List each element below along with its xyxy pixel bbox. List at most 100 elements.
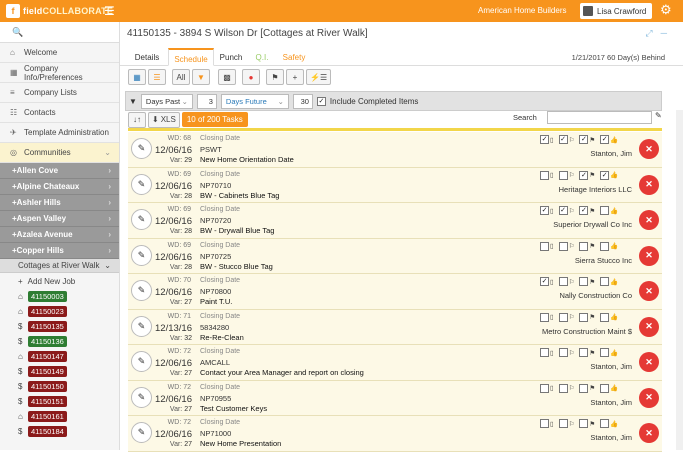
status-checkbox[interactable]: ✓ bbox=[540, 206, 549, 215]
vendor-name[interactable]: Superior Drywall Co Inc bbox=[553, 220, 632, 229]
status-checkbox[interactable]: ✓ bbox=[579, 135, 589, 144]
status-checkbox[interactable] bbox=[600, 241, 610, 251]
community-item[interactable]: + Allen Cove › bbox=[0, 163, 119, 179]
status-checkbox[interactable] bbox=[558, 383, 568, 393]
sidebar-item-communities[interactable]: ◎ Communities ⌄ bbox=[0, 143, 119, 163]
status-checkbox[interactable]: ✓ bbox=[579, 170, 589, 180]
job-item[interactable]: ⌂ 41150147 bbox=[0, 349, 119, 364]
selected-community[interactable]: Cottages at River Walk ⌄ bbox=[0, 259, 119, 273]
status-checkbox[interactable] bbox=[558, 419, 568, 428]
status-checkbox[interactable] bbox=[558, 348, 568, 357]
table-row[interactable]: ✎ WD: 70 12/06/16 Var: 27 Closing Date NP7080… bbox=[128, 274, 662, 310]
table-row[interactable]: ✎ WD: 68 12/06/16 Var: 29 Closing Date PSWT Ne… bbox=[128, 132, 662, 168]
status-checkbox[interactable] bbox=[579, 277, 589, 286]
status-checkbox[interactable] bbox=[600, 206, 610, 215]
table-row[interactable]: ✎ WD: 72 12/06/16 Var: 27 Closing Date AMCALL… bbox=[128, 345, 662, 381]
table-row[interactable]: ✎ WD: 69 12/06/16 Var: 28 Closing Date NP7072… bbox=[128, 203, 662, 239]
status-checkbox[interactable] bbox=[540, 383, 549, 393]
status-checkbox[interactable] bbox=[540, 419, 549, 428]
hamburger-menu-icon[interactable]: ☰ bbox=[104, 5, 115, 17]
status-checkbox[interactable]: ✓ bbox=[540, 135, 549, 144]
tab-punch[interactable]: Punch bbox=[216, 48, 246, 66]
status-checkbox[interactable]: ✓ bbox=[558, 206, 568, 215]
vendor-name[interactable]: Stanton, Jim bbox=[590, 362, 632, 371]
status-checkbox[interactable] bbox=[558, 170, 568, 180]
vendor-name[interactable]: Heritage Interiors LLC bbox=[559, 185, 632, 194]
community-item[interactable]: + Azalea Avenue › bbox=[0, 227, 119, 243]
status-checkbox[interactable] bbox=[600, 383, 610, 393]
job-item[interactable]: $41150184 bbox=[0, 424, 119, 439]
export-xls-button[interactable]: ⬇ XLS bbox=[148, 111, 180, 128]
status-checkbox[interactable]: ✓ bbox=[600, 170, 610, 180]
delete-icon[interactable]: ✕ bbox=[639, 316, 659, 337]
vendor-name[interactable]: Sierra Stucco Inc bbox=[575, 256, 632, 265]
status-checkbox[interactable]: ✓ bbox=[579, 206, 589, 215]
job-item[interactable]: $41150151 bbox=[0, 394, 119, 409]
table-row[interactable]: ✎ WD: 71 12/13/16 Var: 32 Closing Date 583428… bbox=[128, 309, 662, 345]
vendor-name[interactable]: Stanton, Jim bbox=[590, 398, 632, 407]
vendor-name[interactable]: Nally Construction Co bbox=[559, 291, 632, 300]
days-future-input[interactable]: 30 bbox=[292, 93, 313, 109]
list-view-button[interactable]: ☰ bbox=[148, 69, 166, 85]
tab-safety[interactable]: Safety bbox=[278, 48, 310, 66]
delete-icon[interactable]: ✕ bbox=[639, 210, 659, 230]
community-item[interactable]: + Ashler Hills › bbox=[0, 195, 119, 211]
status-checkbox[interactable] bbox=[600, 312, 610, 322]
table-row[interactable]: ✎ WD: 72 12/06/16 Var: 27 Closing Date NP7100… bbox=[128, 416, 662, 452]
search-input[interactable] bbox=[547, 111, 652, 124]
status-checkbox[interactable] bbox=[579, 419, 589, 428]
status-checkbox[interactable]: ✓ bbox=[600, 135, 610, 144]
user-menu[interactable]: Lisa Crawford bbox=[580, 3, 652, 19]
job-item[interactable]: $41150135 bbox=[0, 319, 119, 334]
vendor-name[interactable]: Stanton, Jim bbox=[590, 433, 632, 442]
grid-button[interactable]: ▩ bbox=[218, 69, 236, 85]
job-item[interactable]: $41150149 bbox=[0, 364, 119, 379]
job-item[interactable]: ⌂ 41150161 bbox=[0, 409, 119, 424]
community-item[interactable]: + Alpine Chateaux › bbox=[0, 179, 119, 195]
sidebar-item-contacts[interactable]: ☷ Contacts bbox=[0, 103, 119, 123]
sidebar-item-company-lists[interactable]: ≡ Company Lists bbox=[0, 83, 119, 103]
delete-icon[interactable]: ✕ bbox=[639, 352, 659, 372]
status-checkbox[interactable]: ✓ bbox=[540, 277, 549, 286]
tab-details[interactable]: Details bbox=[130, 48, 164, 66]
status-checkbox[interactable]: ✓ bbox=[558, 135, 568, 144]
sidebar-item-company-info-preferences[interactable]: ▦ Company Info/Preferences bbox=[0, 63, 119, 83]
delete-icon[interactable]: ✕ bbox=[639, 174, 659, 195]
table-row[interactable]: ✎ WD: 69 12/06/16 Var: 28 Closing Date NP7072… bbox=[128, 238, 662, 274]
all-filter-button[interactable]: All bbox=[172, 69, 190, 85]
window-controls[interactable]: ⤢─ bbox=[645, 28, 675, 39]
community-item[interactable]: + Copper Hills › bbox=[0, 243, 119, 259]
sort-button[interactable]: ↓↑ bbox=[128, 111, 146, 128]
delete-icon[interactable]: ✕ bbox=[639, 139, 659, 159]
sidebar-item-template-administration[interactable]: ✈ Template Administration bbox=[0, 123, 119, 143]
include-completed-checkbox[interactable]: ✓ bbox=[316, 96, 326, 106]
clear-search-icon[interactable]: ✎ bbox=[655, 111, 662, 120]
company-name[interactable]: American Home Builders bbox=[478, 6, 566, 15]
stop-button[interactable]: ● bbox=[242, 69, 260, 85]
days-future-select[interactable]: Days Future ⌄ bbox=[220, 93, 289, 109]
status-checkbox[interactable] bbox=[540, 170, 549, 180]
filter-button[interactable]: ▼ bbox=[192, 69, 210, 85]
status-checkbox[interactable] bbox=[579, 383, 589, 393]
status-checkbox[interactable] bbox=[579, 348, 589, 357]
status-checkbox[interactable] bbox=[540, 348, 549, 357]
days-past-select[interactable]: Days Past ⌄ bbox=[140, 93, 193, 109]
vendor-name[interactable]: Metro Construction Maint $ bbox=[542, 327, 632, 336]
community-item[interactable]: + Aspen Valley › bbox=[0, 211, 119, 227]
status-checkbox[interactable] bbox=[558, 277, 568, 286]
delete-icon[interactable]: ✕ bbox=[639, 245, 659, 266]
job-item[interactable]: $41150136 bbox=[0, 334, 119, 349]
bulk-actions-button[interactable]: ⚡☰ bbox=[306, 69, 332, 85]
sidebar-item-welcome[interactable]: ⌂ Welcome bbox=[0, 43, 119, 63]
status-checkbox[interactable] bbox=[600, 348, 610, 357]
flag-button[interactable]: ⚑ bbox=[266, 69, 284, 85]
search-icon[interactable]: 🔍 bbox=[0, 22, 119, 43]
tab-qi[interactable]: Q.I. bbox=[250, 48, 274, 66]
status-checkbox[interactable] bbox=[600, 277, 610, 286]
job-item[interactable]: ⌂ 41150003 bbox=[0, 289, 119, 304]
job-item[interactable]: ⌂ 41150023 bbox=[0, 304, 119, 319]
status-checkbox[interactable] bbox=[558, 241, 568, 251]
delete-icon[interactable]: ✕ bbox=[639, 423, 659, 443]
status-checkbox[interactable] bbox=[558, 312, 568, 322]
table-row[interactable]: ✎ WD: 69 12/06/16 Var: 28 Closing Date NP7071… bbox=[128, 167, 662, 203]
